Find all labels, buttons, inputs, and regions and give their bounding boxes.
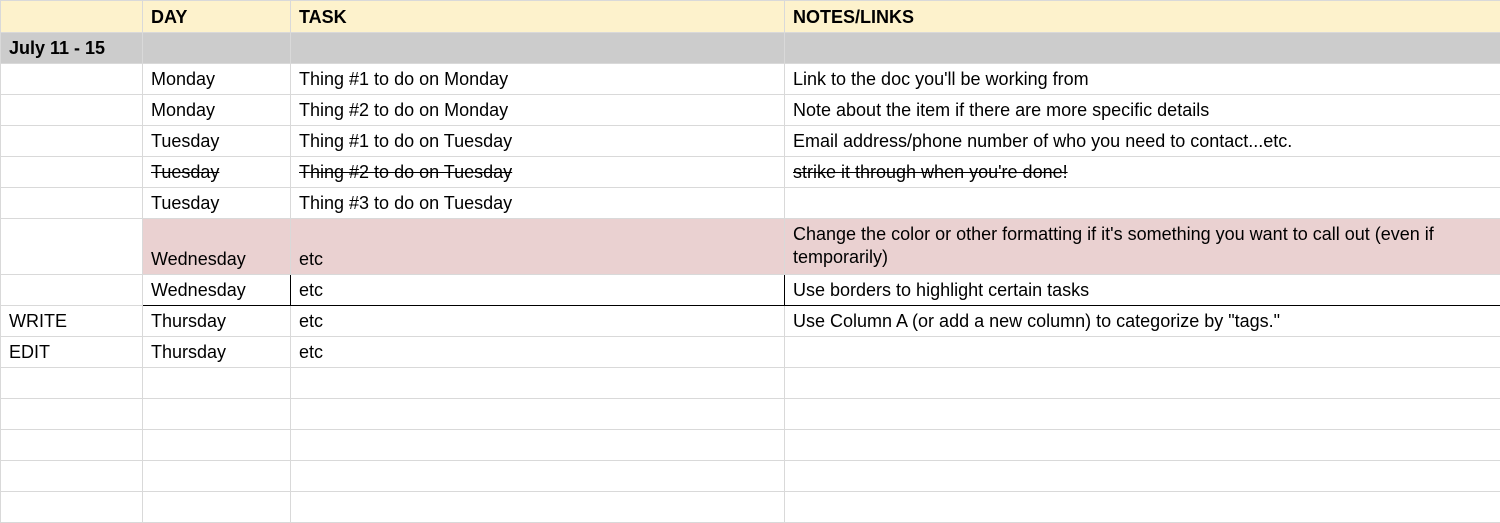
cell[interactable] [785, 429, 1500, 460]
cell-tag[interactable] [1, 64, 143, 95]
cell-task[interactable]: Thing #1 to do on Monday [291, 64, 785, 95]
cell[interactable] [1, 398, 143, 429]
cell-task[interactable]: Thing #1 to do on Tuesday [291, 126, 785, 157]
table-row: WRITE Thursday etc Use Column A (or add … [1, 305, 1500, 336]
cell-tag[interactable] [1, 188, 143, 219]
cell[interactable] [785, 367, 1500, 398]
header-task[interactable]: TASK [291, 1, 785, 33]
cell-task[interactable]: Thing #2 to do on Monday [291, 95, 785, 126]
week-label-cell[interactable]: July 11 - 15 [1, 33, 143, 64]
cell-task[interactable]: etc [291, 305, 785, 336]
cell[interactable] [291, 33, 785, 64]
table-row-empty [1, 460, 1500, 491]
header-row: DAY TASK NOTES/LINKS [1, 1, 1500, 33]
cell-task[interactable]: etc [291, 274, 785, 305]
cell-day[interactable]: Wednesday [143, 274, 291, 305]
cell[interactable] [143, 491, 291, 522]
cell[interactable] [143, 460, 291, 491]
table-row-bordered: Wednesday etc Use borders to highlight c… [1, 274, 1500, 305]
cell-day[interactable]: Tuesday [143, 188, 291, 219]
cell[interactable] [291, 367, 785, 398]
header-notes[interactable]: NOTES/LINKS [785, 1, 1500, 33]
table-row-highlight: Wednesday etc Change the color or other … [1, 219, 1500, 275]
cell[interactable] [1, 491, 143, 522]
week-row: July 11 - 15 [1, 33, 1500, 64]
cell-tag[interactable] [1, 126, 143, 157]
cell-day[interactable]: Thursday [143, 305, 291, 336]
cell-tag[interactable] [1, 274, 143, 305]
header-day[interactable]: DAY [143, 1, 291, 33]
table-row: EDIT Thursday etc [1, 336, 1500, 367]
cell[interactable] [291, 460, 785, 491]
cell-task[interactable]: Thing #3 to do on Tuesday [291, 188, 785, 219]
cell-notes[interactable]: Note about the item if there are more sp… [785, 95, 1500, 126]
cell-day[interactable]: Monday [143, 95, 291, 126]
table-row-empty [1, 398, 1500, 429]
cell[interactable] [785, 398, 1500, 429]
cell[interactable] [143, 398, 291, 429]
cell[interactable] [291, 491, 785, 522]
cell[interactable] [1, 367, 143, 398]
cell-notes[interactable] [785, 336, 1500, 367]
cell-notes[interactable]: strike it through when you're done! [785, 157, 1500, 188]
table-row-empty [1, 491, 1500, 522]
cell[interactable] [291, 429, 785, 460]
table-row-empty [1, 429, 1500, 460]
cell[interactable] [143, 33, 291, 64]
cell-tag[interactable]: WRITE [1, 305, 143, 336]
cell-tag[interactable]: EDIT [1, 336, 143, 367]
cell-notes[interactable]: Email address/phone number of who you ne… [785, 126, 1500, 157]
cell-tag[interactable] [1, 157, 143, 188]
cell[interactable] [291, 398, 785, 429]
table-row: Tuesday Thing #3 to do on Tuesday [1, 188, 1500, 219]
table-row-completed: Tuesday Thing #2 to do on Tuesday strike… [1, 157, 1500, 188]
cell-task[interactable]: etc [291, 336, 785, 367]
cell-task[interactable]: etc [291, 219, 785, 275]
cell[interactable] [143, 429, 291, 460]
header-col1[interactable] [1, 1, 143, 33]
table-row: Monday Thing #1 to do on Monday Link to … [1, 64, 1500, 95]
table-row-empty [1, 367, 1500, 398]
cell-day[interactable]: Tuesday [143, 157, 291, 188]
cell-notes[interactable] [785, 188, 1500, 219]
spreadsheet-table[interactable]: DAY TASK NOTES/LINKS July 11 - 15 Monday… [0, 0, 1500, 523]
cell-day[interactable]: Tuesday [143, 126, 291, 157]
table-row: Monday Thing #2 to do on Monday Note abo… [1, 95, 1500, 126]
cell[interactable] [785, 33, 1500, 64]
cell-task[interactable]: Thing #2 to do on Tuesday [291, 157, 785, 188]
cell-day[interactable]: Thursday [143, 336, 291, 367]
cell[interactable] [785, 491, 1500, 522]
cell-tag[interactable] [1, 95, 143, 126]
cell-notes[interactable]: Change the color or other formatting if … [785, 219, 1500, 275]
cell[interactable] [785, 460, 1500, 491]
cell-notes[interactable]: Use borders to highlight certain tasks [785, 274, 1500, 305]
cell-day[interactable]: Wednesday [143, 219, 291, 275]
table-row: Tuesday Thing #1 to do on Tuesday Email … [1, 126, 1500, 157]
cell[interactable] [1, 460, 143, 491]
cell[interactable] [1, 429, 143, 460]
cell-day[interactable]: Monday [143, 64, 291, 95]
cell-notes[interactable]: Use Column A (or add a new column) to ca… [785, 305, 1500, 336]
cell[interactable] [143, 367, 291, 398]
cell-notes[interactable]: Link to the doc you'll be working from [785, 64, 1500, 95]
cell-tag[interactable] [1, 219, 143, 275]
